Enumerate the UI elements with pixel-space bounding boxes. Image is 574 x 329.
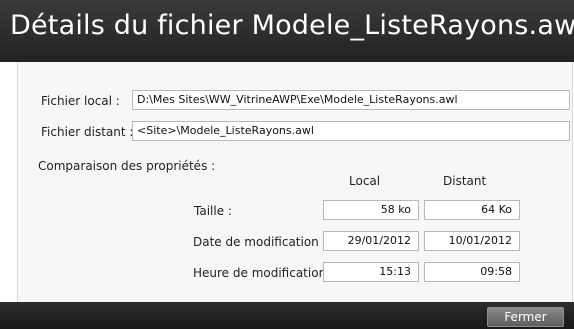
date-remote-field: 10/01/2012 [424, 231, 520, 251]
local-file-field[interactable]: D:\Mes Sites\WW_VitrineAWP\Exe\Modele_Li… [132, 90, 570, 110]
remote-file-label: Fichier distant : [41, 125, 134, 139]
window-title: Détails du fichier Modele_ListeRayons.aw… [10, 10, 574, 41]
size-local-field: 58 ko [323, 200, 419, 220]
size-label: Taille : [194, 204, 232, 218]
date-local-field: 29/01/2012 [323, 231, 419, 251]
size-remote-field: 64 Ko [424, 200, 520, 220]
close-button[interactable]: Fermer [487, 307, 564, 327]
date-label: Date de modification : [193, 235, 327, 249]
time-label: Heure de modification : [193, 266, 335, 280]
title-bar: Détails du fichier Modele_ListeRayons.aw… [0, 0, 574, 62]
time-local-field: 15:13 [323, 262, 419, 282]
time-remote-field: 09:58 [424, 262, 520, 282]
comparison-heading: Comparaison des propriétés : [38, 159, 216, 173]
column-header-local: Local [349, 174, 381, 188]
local-file-label: Fichier local : [41, 94, 120, 108]
column-header-remote: Distant [443, 174, 487, 188]
remote-file-field[interactable]: <Site>\Modele_ListeRayons.awl [132, 121, 570, 141]
